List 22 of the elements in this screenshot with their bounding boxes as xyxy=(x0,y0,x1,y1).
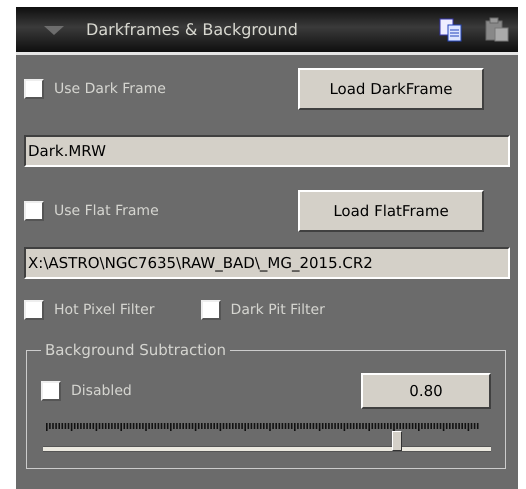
load-button[interactable]: Load DarkFrame xyxy=(298,68,484,110)
copy-icon[interactable] xyxy=(438,16,464,42)
panel-title: Darkframes & Background xyxy=(86,20,298,39)
checkbox-label: Dark Pit Filter xyxy=(230,302,325,318)
checkbox-label: Use Flat Frame xyxy=(54,203,159,219)
path-field[interactable]: Dark.MRW xyxy=(24,135,510,167)
group-title: Background Subtraction xyxy=(44,341,228,359)
checkbox-label: Use Dark Frame xyxy=(54,81,166,97)
panel-header[interactable]: Darkframes & Background xyxy=(16,7,518,55)
path-field[interactable]: X:\ASTRO\NGC7635\RAW_BAD\_MG_2015.CR2 xyxy=(24,247,510,279)
value-field[interactable]: 0.80 xyxy=(361,373,491,409)
slider-thumb[interactable] xyxy=(392,431,402,451)
checkbox[interactable] xyxy=(24,201,44,221)
collapse-arrow-icon[interactable] xyxy=(42,24,66,36)
load-button[interactable]: Load FlatFrame xyxy=(298,190,484,232)
checkbox-label: Disabled xyxy=(71,383,132,399)
paste-icon[interactable] xyxy=(484,16,510,42)
checkbox[interactable] xyxy=(200,300,221,320)
checkbox[interactable] xyxy=(24,300,44,320)
checkbox[interactable] xyxy=(41,381,61,401)
checkbox-label: Hot Pixel Filter xyxy=(54,302,155,318)
checkbox[interactable] xyxy=(24,79,44,99)
